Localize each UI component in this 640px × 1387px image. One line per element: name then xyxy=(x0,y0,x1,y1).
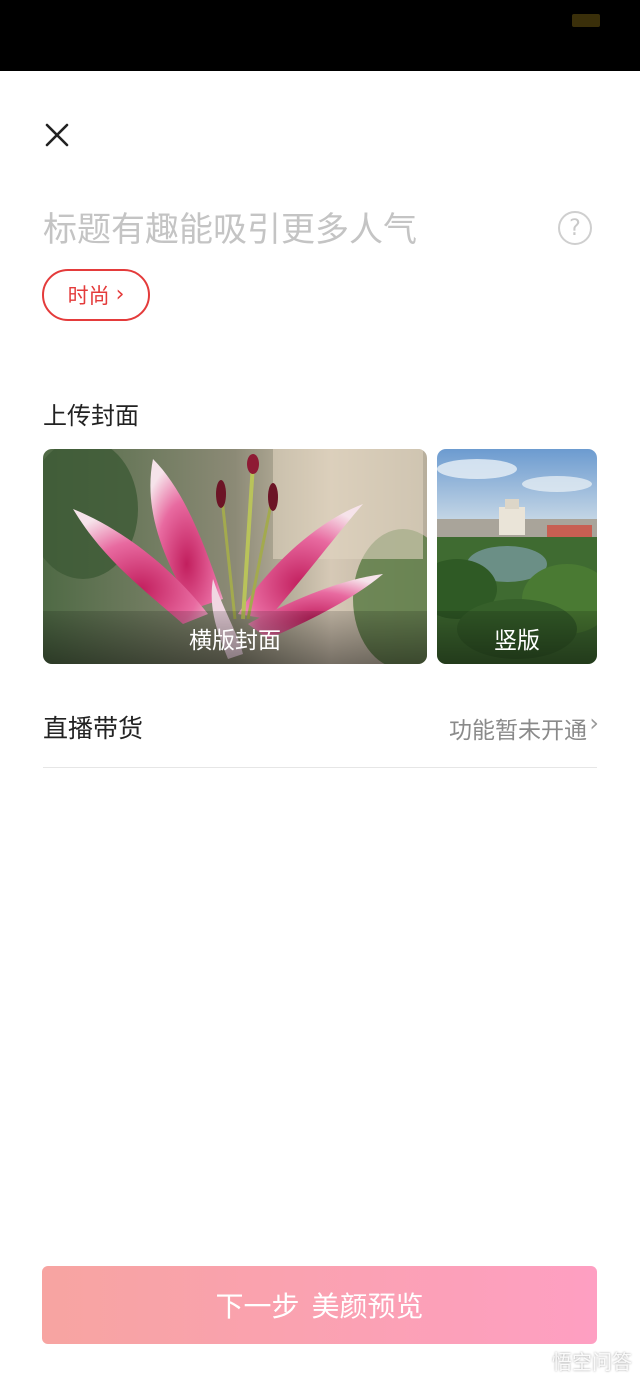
portrait-cover[interactable]: 竖版 xyxy=(437,449,597,664)
live-commerce-label: 直播带货 xyxy=(43,714,144,743)
close-button[interactable] xyxy=(40,118,74,152)
live-commerce-row[interactable]: 直播带货 功能暂未开通 › xyxy=(43,695,599,768)
chat-bubble-icon xyxy=(524,1352,548,1368)
cover-section-heading: 上传封面 xyxy=(43,402,139,430)
help-icon-glyph: ? xyxy=(569,215,581,241)
landscape-cover[interactable]: 横版封面 xyxy=(43,449,427,664)
watermark-text: 悟空问答 xyxy=(552,1350,632,1374)
live-commerce-status: 功能暂未开通 xyxy=(449,718,587,744)
watermark: 悟空问答 xyxy=(524,1346,632,1375)
close-icon xyxy=(45,123,69,147)
category-chip[interactable]: 时尚 › xyxy=(42,269,150,321)
category-label: 时尚 xyxy=(67,284,110,308)
help-icon[interactable]: ? xyxy=(558,211,592,245)
beauty-preview-label: 美颜预览 xyxy=(311,1290,424,1323)
landscape-cover-label: 横版封面 xyxy=(43,611,427,664)
portrait-cover-label: 竖版 xyxy=(437,611,597,664)
next-step-button[interactable]: 下一步 美颜预览 xyxy=(42,1266,597,1344)
chevron-right-icon: › xyxy=(115,281,125,307)
chevron-right-icon: › xyxy=(589,709,599,737)
battery-icon xyxy=(572,14,600,27)
next-step-label: 下一步 xyxy=(215,1290,300,1323)
title-input[interactable] xyxy=(43,205,543,255)
status-bar xyxy=(0,0,640,71)
